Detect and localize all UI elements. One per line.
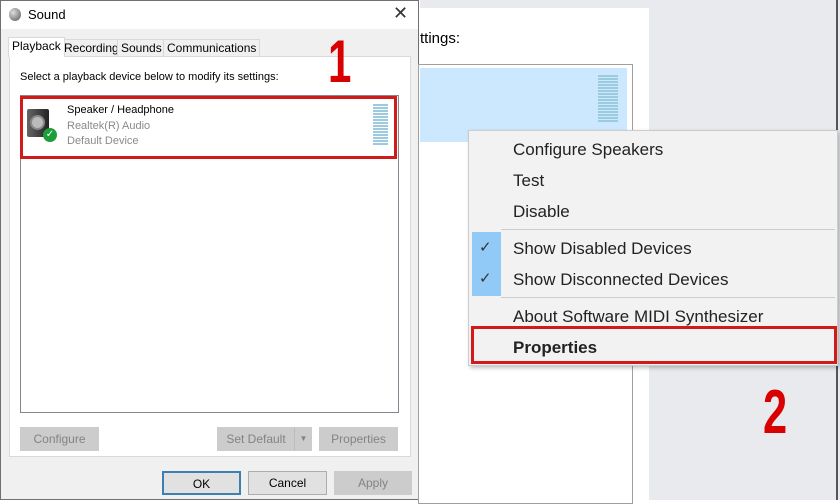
menu-item-disable[interactable]: Disable [513,202,570,222]
device-driver: Realtek(R) Audio [67,120,151,132]
instruction-text: Select a playback device below to modify… [20,71,279,83]
device-item-speaker[interactable]: ✓ Speaker / Headphone Realtek(R) Audio D… [20,96,397,159]
set-default-button[interactable]: Set Default [217,427,295,451]
menu-separator [501,229,835,230]
tab-playback[interactable]: Playback [8,37,65,57]
properties-highlight-box [471,326,837,364]
tab-sounds[interactable]: Sounds [117,39,166,57]
step-1-label: 1 [328,28,352,95]
device-name: Speaker / Headphone [67,104,175,116]
configure-button[interactable]: Configure [20,427,99,451]
playback-panel-zoomed: ttings: Configure Speakers Test Disable … [418,0,840,504]
checkmark-icon: ✓ [479,239,492,256]
ok-button[interactable]: OK [162,471,241,495]
device-status: Default Device [67,135,139,147]
tab-communications[interactable]: Communications [163,39,261,57]
green-check-icon: ✓ [43,128,57,142]
step-2-label: 2 [763,378,788,447]
volume-level-meter [598,75,618,122]
menu-item-configure-speakers[interactable]: Configure Speakers [513,140,663,160]
cancel-button[interactable]: Cancel [248,471,327,495]
menu-item-show-disconnected-devices[interactable]: Show Disconnected Devices [513,270,728,290]
apply-button[interactable]: Apply [334,471,412,495]
volume-level-meter [373,104,388,145]
window-title: Sound [28,7,66,22]
instruction-text-fragment: ttings: [420,30,461,47]
checkmark-icon: ✓ [479,270,492,287]
close-icon[interactable]: ✕ [393,3,408,24]
menu-separator [501,297,835,298]
sound-dialog: Sound ✕ Playback Recording Sounds Commun… [0,0,419,500]
title-bar: Sound ✕ [1,1,418,29]
menu-item-show-disabled-devices[interactable]: Show Disabled Devices [513,239,692,259]
set-default-dropdown[interactable]: ▼ [295,427,312,451]
properties-button[interactable]: Properties [319,427,398,451]
sound-icon [9,8,21,21]
menu-item-test[interactable]: Test [513,171,544,191]
menu-item-about-midi[interactable]: About Software MIDI Synthesizer [513,307,763,327]
tab-recording[interactable]: Recording [60,39,123,57]
